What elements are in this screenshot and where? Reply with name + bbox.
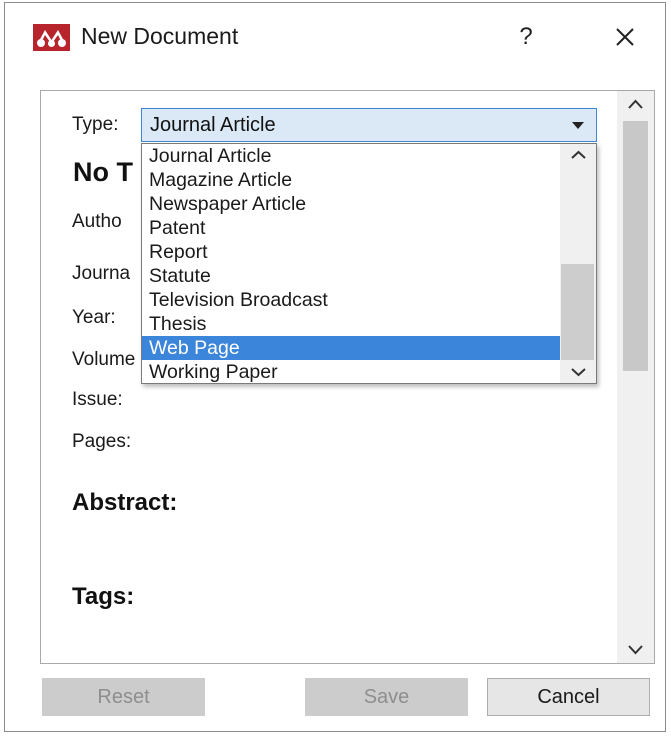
tags-heading: Tags: (72, 583, 135, 610)
save-button[interactable]: Save (305, 678, 468, 716)
dropdown-option[interactable]: Newspaper Article (142, 192, 562, 216)
dropdown-scroll-thumb[interactable] (561, 264, 594, 360)
dropdown-option[interactable]: Working Paper (142, 360, 562, 383)
scroll-up-icon[interactable] (617, 91, 654, 119)
dropdown-option[interactable]: Television Broadcast (142, 288, 562, 312)
type-dropdown-list[interactable]: Journal Article Magazine Article Newspaper… (141, 143, 597, 384)
dropdown-option[interactable]: Journal Article (142, 144, 562, 168)
close-button[interactable] (605, 19, 645, 55)
title-bar: New Document ? (5, 3, 665, 69)
dropdown-option[interactable]: Report (142, 240, 562, 264)
pages-label: Pages: (72, 431, 132, 452)
scroll-down-icon[interactable] (560, 361, 596, 383)
dropdown-option[interactable]: Statute (142, 264, 562, 288)
dropdown-option[interactable]: Web Page (142, 336, 562, 360)
reset-button[interactable]: Reset (42, 678, 205, 716)
scroll-down-icon[interactable] (617, 635, 654, 663)
cancel-button[interactable]: Cancel (487, 678, 650, 716)
panel-scroll-thumb[interactable] (623, 121, 648, 371)
author-label: Autho (72, 211, 122, 232)
year-label: Year: (72, 307, 116, 328)
dropdown-option[interactable]: Thesis (142, 312, 562, 336)
dropdown-scrollbar[interactable] (560, 144, 596, 383)
document-details-panel: Type: No T Autho Journa Year: Volume Iss… (40, 90, 655, 664)
type-select-value: Journal Article (150, 114, 276, 136)
new-document-dialog: New Document ? Type: No T Autho Journa Y… (4, 2, 666, 732)
abstract-heading: Abstract: (72, 489, 178, 516)
journal-label: Journa (72, 263, 131, 284)
dropdown-items: Journal Article Magazine Article Newspaper… (142, 144, 562, 383)
panel-scrollbar[interactable] (617, 91, 654, 663)
dropdown-option[interactable]: Patent (142, 216, 562, 240)
type-select[interactable]: Journal Article (141, 108, 597, 142)
close-icon (616, 28, 634, 46)
scroll-up-icon[interactable] (560, 144, 596, 166)
type-label: Type: (72, 114, 119, 135)
help-button[interactable]: ? (510, 19, 542, 55)
document-title[interactable]: No T (73, 157, 133, 188)
volume-label: Volume (72, 349, 136, 370)
mendeley-logo-icon (33, 24, 70, 51)
issue-label: Issue: (72, 389, 123, 410)
dropdown-option[interactable]: Magazine Article (142, 168, 562, 192)
dropdown-caret-icon (572, 122, 584, 129)
window-title: New Document (81, 23, 239, 49)
